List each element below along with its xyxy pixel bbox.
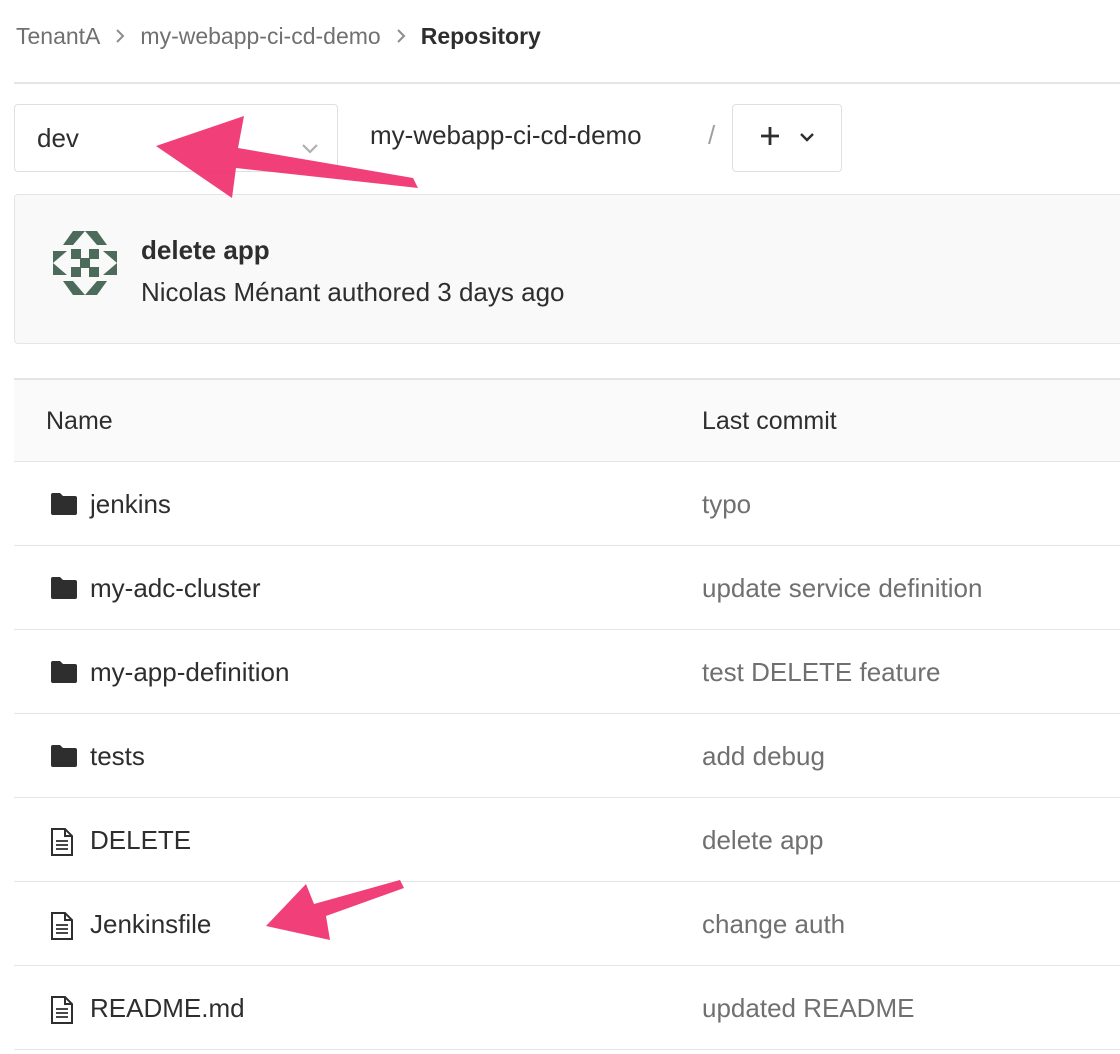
file-icon [50, 996, 78, 1024]
last-commit-link[interactable]: typo [702, 489, 751, 520]
divider [14, 82, 1120, 84]
column-header-last-commit: Last commit [702, 407, 837, 435]
last-commit-link[interactable]: add debug [702, 741, 825, 772]
file-icon [50, 828, 78, 856]
path-root-link[interactable]: my-webapp-ci-cd-demo [370, 120, 642, 151]
table-row[interactable]: DELETE delete app [14, 798, 1120, 882]
author-avatar[interactable] [51, 229, 119, 297]
last-commit-link[interactable]: update service definition [702, 573, 982, 604]
file-name-link[interactable]: my-app-definition [90, 657, 289, 688]
breadcrumb-project[interactable]: my-webapp-ci-cd-demo [140, 23, 380, 50]
last-commit-link[interactable]: change auth [702, 909, 845, 940]
add-file-dropdown-button[interactable] [732, 104, 842, 172]
folder-icon [50, 492, 78, 518]
last-commit-link[interactable]: test DELETE feature [702, 657, 940, 688]
folder-icon [50, 744, 78, 770]
breadcrumb-current: Repository [420, 22, 541, 49]
file-name-link[interactable]: Jenkinsfile [90, 909, 211, 940]
plus-icon [759, 125, 781, 152]
branch-name: dev [37, 122, 79, 153]
repository-toolbar: dev my-webapp-ci-cd-demo / [14, 104, 1120, 174]
breadcrumb: TenantA my-webapp-ci-cd-demo Repository [16, 20, 541, 52]
column-header-name: Name [46, 407, 113, 435]
last-commit-link[interactable]: delete app [702, 825, 823, 856]
file-name-link[interactable]: jenkins [90, 489, 171, 520]
breadcrumb-tenant[interactable]: TenantA [16, 23, 100, 50]
folder-icon [50, 660, 78, 686]
path-separator: / [708, 120, 716, 150]
table-row[interactable]: my-app-definition test DELETE feature [14, 630, 1120, 714]
file-name-link[interactable]: tests [90, 741, 145, 772]
last-commit-box: delete app Nicolas Ménant authored 3 day… [14, 194, 1120, 344]
chevron-right-icon [114, 29, 126, 43]
table-row[interactable]: README.md updated README [14, 966, 1120, 1050]
chevron-down-icon [799, 129, 815, 147]
file-name-link[interactable]: my-adc-cluster [90, 573, 260, 604]
folder-icon [50, 576, 78, 602]
file-table: Name Last commit jenkins typo my-adc-clust… [14, 378, 1120, 1050]
table-row[interactable]: jenkins typo [14, 462, 1120, 546]
chevron-down-icon [301, 131, 319, 162]
chevron-right-icon [395, 29, 407, 43]
table-row[interactable]: Jenkinsfile change auth [14, 882, 1120, 966]
last-commit-link[interactable]: updated README [702, 993, 914, 1024]
file-name-link[interactable]: DELETE [90, 825, 191, 856]
branch-select[interactable]: dev [14, 104, 338, 172]
file-icon [50, 912, 78, 940]
table-header: Name Last commit [14, 378, 1120, 462]
table-row[interactable]: tests add debug [14, 714, 1120, 798]
file-name-link[interactable]: README.md [90, 993, 245, 1024]
commit-title[interactable]: delete app [141, 235, 270, 266]
commit-author-meta: Nicolas Ménant authored 3 days ago [141, 277, 565, 307]
table-row[interactable]: my-adc-cluster update service definition [14, 546, 1120, 630]
